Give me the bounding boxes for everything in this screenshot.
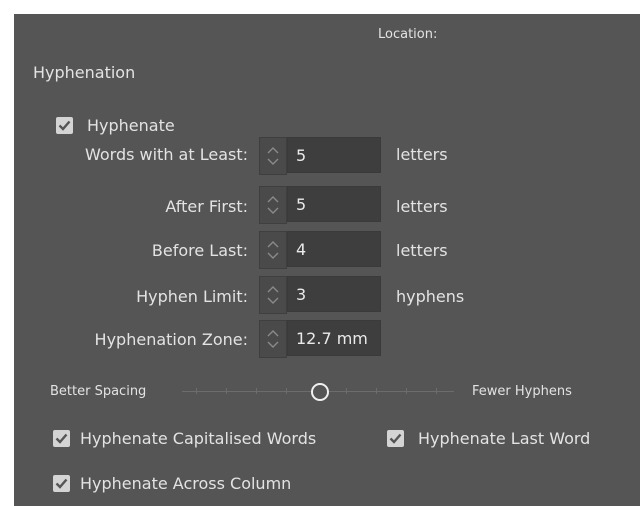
words-min-spinner[interactable] [259, 137, 287, 175]
up-down-spinner-icon [267, 196, 279, 214]
hyphenation-zone-spinner[interactable] [259, 320, 287, 358]
checkmark-icon [389, 433, 402, 444]
hyphen-limit-label: Hyphen Limit: [136, 287, 248, 306]
checkmark-icon [58, 120, 71, 131]
hyphenation-zone-input[interactable]: 12.7 mm [287, 320, 381, 356]
slider-tick [436, 388, 437, 394]
words-min-label: Words with at Least: [84, 145, 248, 164]
slider-tick [406, 388, 407, 394]
slider-tick [226, 388, 227, 394]
hyphenation-zone-label: Hyphenation Zone: [94, 330, 248, 349]
after-first-label: After First: [165, 197, 248, 216]
across-column-label: Hyphenate Across Column [80, 474, 292, 493]
up-down-spinner-icon [267, 241, 279, 259]
before-last-input[interactable]: 4 [287, 231, 381, 267]
up-down-spinner-icon [267, 330, 279, 348]
across-column-checkbox[interactable] [53, 475, 70, 492]
words-min-input[interactable]: 5 [287, 137, 381, 173]
last-word-label: Hyphenate Last Word [418, 429, 591, 448]
words-min-unit: letters [396, 145, 448, 164]
hyphen-limit-spinner[interactable] [259, 276, 287, 314]
checkmark-icon [55, 478, 68, 489]
section-title: Hyphenation [33, 63, 136, 82]
last-word-checkbox[interactable] [387, 430, 404, 447]
after-first-spinner[interactable] [259, 186, 287, 224]
before-last-label: Before Last: [151, 241, 248, 260]
capitalised-words-label: Hyphenate Capitalised Words [80, 429, 317, 448]
before-last-unit: letters [396, 241, 448, 260]
hyphen-limit-input[interactable]: 3 [287, 276, 381, 312]
after-first-input[interactable]: 5 [287, 186, 381, 222]
slider-tick [286, 388, 287, 394]
slider-tick [256, 388, 257, 394]
capitalised-words-checkbox[interactable] [53, 430, 70, 447]
slider-left-label: Better Spacing [50, 384, 147, 399]
slider-right-label: Fewer Hyphens [472, 384, 572, 399]
hyphenate-label: Hyphenate [87, 116, 175, 135]
hyphen-limit-unit: hyphens [396, 287, 465, 306]
slider-tick [196, 388, 197, 394]
after-first-unit: letters [396, 197, 448, 216]
slider-knob-icon[interactable] [311, 383, 329, 401]
up-down-spinner-icon [267, 286, 279, 304]
checkmark-icon [55, 433, 68, 444]
slider-tick [346, 388, 347, 394]
before-last-spinner[interactable] [259, 231, 287, 269]
slider-tick [376, 388, 377, 394]
up-down-spinner-icon [267, 147, 279, 165]
hyphenate-checkbox[interactable] [56, 117, 73, 134]
location-label: Location: [378, 27, 438, 42]
